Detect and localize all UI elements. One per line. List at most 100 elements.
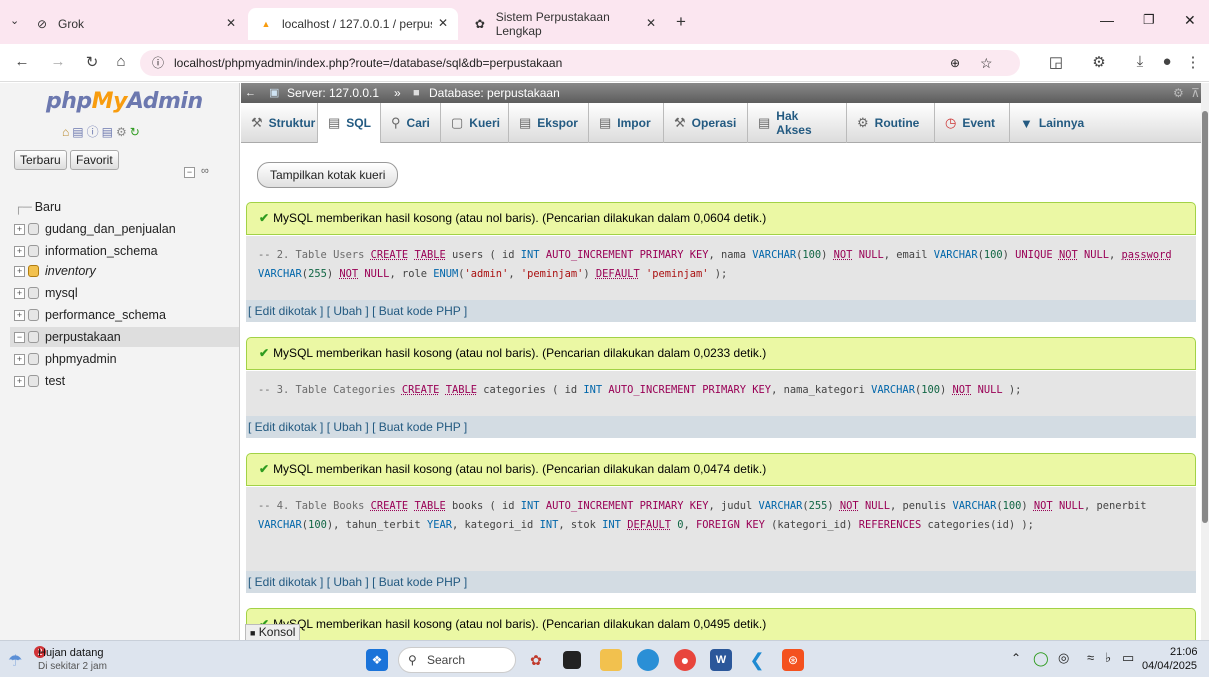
clock-date[interactable]: 04/04/2025 xyxy=(1142,660,1197,672)
edit-inline-link[interactable]: Edit dikotak xyxy=(255,575,317,589)
tab-struktur[interactable]: ⚒ Struktur xyxy=(241,103,318,143)
tab-hak-akses[interactable]: ▤ Hak Akses xyxy=(748,103,847,143)
tab-impor[interactable]: ▤ Impor xyxy=(589,103,664,143)
tab-sistem-perpustakaan[interactable]: ✿ Sistem Perpustakaan Lengkap ✕ xyxy=(462,8,666,40)
tree-item-gudang-dan-penjualan[interactable]: + gudang_dan_penjualan xyxy=(14,219,176,239)
widgets-icon[interactable]: ✿ xyxy=(525,649,547,671)
minimize-icon[interactable]: — xyxy=(1100,12,1114,28)
recent-tab-button[interactable]: Terbaru xyxy=(14,150,67,170)
tab-phpmyadmin[interactable]: ▲ localhost / 127.0.0.1 / perpusta ✕ xyxy=(248,8,458,40)
bookmark-star-icon[interactable]: ☆ xyxy=(980,50,993,76)
weather-title[interactable]: Hujan datang xyxy=(38,647,103,659)
close-tab-icon[interactable]: ✕ xyxy=(646,16,656,30)
breadcrumb-server[interactable]: Server: 127.0.0.1 xyxy=(287,83,379,103)
tab-kueri[interactable]: ▢ Kueri xyxy=(441,103,509,143)
expand-icon[interactable]: + xyxy=(14,265,25,277)
favorite-tab-button[interactable]: Favorit xyxy=(70,150,119,170)
create-php-code-link[interactable]: Buat kode PHP xyxy=(379,420,461,434)
edit-link[interactable]: Ubah xyxy=(333,304,362,318)
tree-item-test[interactable]: + test xyxy=(14,371,65,391)
settings-gear-icon[interactable]: ⚙ xyxy=(1173,83,1184,103)
tab-grok[interactable]: ⊘ Grok ✕ xyxy=(24,8,246,40)
network-icon[interactable]: ◎ xyxy=(1058,650,1069,666)
reload-nav-icon[interactable]: ↻ xyxy=(130,125,143,139)
edge-icon[interactable] xyxy=(637,649,659,671)
expand-icon[interactable]: + xyxy=(14,223,25,235)
download-icon[interactable]: ⤓ xyxy=(1130,53,1150,70)
task-view-icon[interactable] xyxy=(563,651,581,669)
tab-sql[interactable]: ▤ SQL xyxy=(318,103,381,143)
docs-icon[interactable]: ▤ xyxy=(102,125,116,139)
breadcrumb-database[interactable]: Database: perpustakaan xyxy=(429,83,560,103)
create-php-code-link[interactable]: Buat kode PHP xyxy=(379,575,461,589)
expand-icon[interactable]: + xyxy=(14,309,25,321)
extensions-icon[interactable]: ◲ xyxy=(1046,53,1066,71)
copilot-icon[interactable]: ◯ xyxy=(1033,650,1049,667)
home-icon[interactable]: ⌂ xyxy=(62,125,72,139)
scroll-top-icon[interactable]: ⊼ xyxy=(1191,83,1200,103)
collapse-all-icon[interactable]: − xyxy=(184,167,195,178)
tree-item-phpmyadmin[interactable]: + phpmyadmin xyxy=(14,349,117,369)
tree-item-new[interactable]: ┌─ Baru xyxy=(14,197,61,217)
chrome-icon[interactable]: ● xyxy=(674,649,696,671)
battery-icon[interactable]: ▭ xyxy=(1122,650,1134,666)
help-icon[interactable]: ⓘ xyxy=(87,125,102,139)
volume-icon[interactable]: ♭ xyxy=(1105,650,1111,666)
edit-link[interactable]: Ubah xyxy=(333,420,362,434)
tab-list-dropdown-icon[interactable]: ⌄ xyxy=(10,14,19,27)
expand-icon[interactable]: + xyxy=(14,245,25,257)
address-bar[interactable]: ⓘ localhost/phpmyadmin/index.php?route=/… xyxy=(140,50,1020,76)
tree-item-information-schema[interactable]: + information_schema xyxy=(14,241,158,261)
tree-item-performance-schema[interactable]: + performance_schema xyxy=(14,305,166,325)
back-icon[interactable]: ← xyxy=(12,53,32,70)
edit-inline-link[interactable]: Edit dikotak xyxy=(255,304,317,318)
close-tab-icon[interactable]: ✕ xyxy=(226,16,236,30)
taskbar-search[interactable]: ⚲ Search xyxy=(398,647,516,673)
show-hidden-icons-icon[interactable]: ⌃ xyxy=(1011,651,1021,665)
expand-icon[interactable]: + xyxy=(14,287,25,299)
close-window-icon[interactable]: ✕ xyxy=(1184,12,1196,29)
tab-operasi[interactable]: ⚒ Operasi xyxy=(664,103,748,143)
console-toggle-button[interactable]: ■ Konsol xyxy=(245,624,301,641)
forward-icon[interactable]: → xyxy=(48,53,68,70)
restore-icon[interactable]: ❐ xyxy=(1143,12,1155,28)
create-php-code-link[interactable]: Buat kode PHP xyxy=(379,304,461,318)
word-icon[interactable]: W xyxy=(710,649,732,671)
profile-avatar-icon[interactable]: ● xyxy=(1157,53,1177,70)
collapse-icon[interactable]: − xyxy=(14,331,25,343)
scrollbar-thumb[interactable] xyxy=(1202,111,1208,523)
collapse-nav-icon[interactable]: ← xyxy=(245,83,256,103)
zoom-icon[interactable]: ⊕ xyxy=(950,50,960,76)
close-tab-icon[interactable]: ✕ xyxy=(438,16,448,30)
file-explorer-icon[interactable] xyxy=(600,649,622,671)
home-icon[interactable]: ⌂ xyxy=(111,53,131,70)
vscode-icon[interactable]: ❮ xyxy=(746,649,768,671)
main-scrollbar[interactable] xyxy=(1201,83,1209,640)
expand-icon[interactable]: + xyxy=(14,375,25,387)
new-tab-icon[interactable]: + xyxy=(676,12,686,32)
tab-routine[interactable]: ⚙ Routine xyxy=(847,103,935,143)
tree-item-mysql[interactable]: + mysql xyxy=(14,283,78,303)
expand-icon[interactable]: + xyxy=(14,353,25,365)
more-menu-icon[interactable]: ⋮ xyxy=(1183,53,1203,71)
wifi-icon[interactable]: ≈ xyxy=(1087,650,1094,665)
settings-gear-icon[interactable]: ⚙ xyxy=(116,125,130,139)
weather-icon[interactable]: ☂ xyxy=(8,651,22,671)
edit-link[interactable]: Ubah xyxy=(333,575,362,589)
tree-item-inventory[interactable]: + inventory xyxy=(14,261,96,281)
show-query-box-button[interactable]: Tampilkan kotak kueri xyxy=(257,162,399,188)
xampp-icon[interactable]: ⊛ xyxy=(782,649,804,671)
tab-ekspor[interactable]: ▤ Ekspor xyxy=(509,103,589,143)
tab-cari[interactable]: ⚲ Cari xyxy=(381,103,441,143)
tab-event[interactable]: ◷ Event xyxy=(935,103,1010,143)
windows-start-icon[interactable]: ❖ xyxy=(366,649,388,671)
tree-item-perpustakaan[interactable]: − perpustakaan xyxy=(10,327,239,347)
site-info-icon[interactable]: ⓘ xyxy=(152,50,164,76)
reload-icon[interactable]: ↻ xyxy=(82,53,102,71)
edit-inline-link[interactable]: Edit dikotak xyxy=(255,420,317,434)
tab-lainnya[interactable]: ▼ Lainnya xyxy=(1010,103,1101,143)
phpmyadmin-logo[interactable]: phpMyAdmin xyxy=(46,89,203,114)
exit-icon[interactable]: ▤ xyxy=(72,125,86,139)
clock-time[interactable]: 21:06 xyxy=(1170,646,1198,658)
link-icon[interactable]: ∞ xyxy=(201,165,209,177)
